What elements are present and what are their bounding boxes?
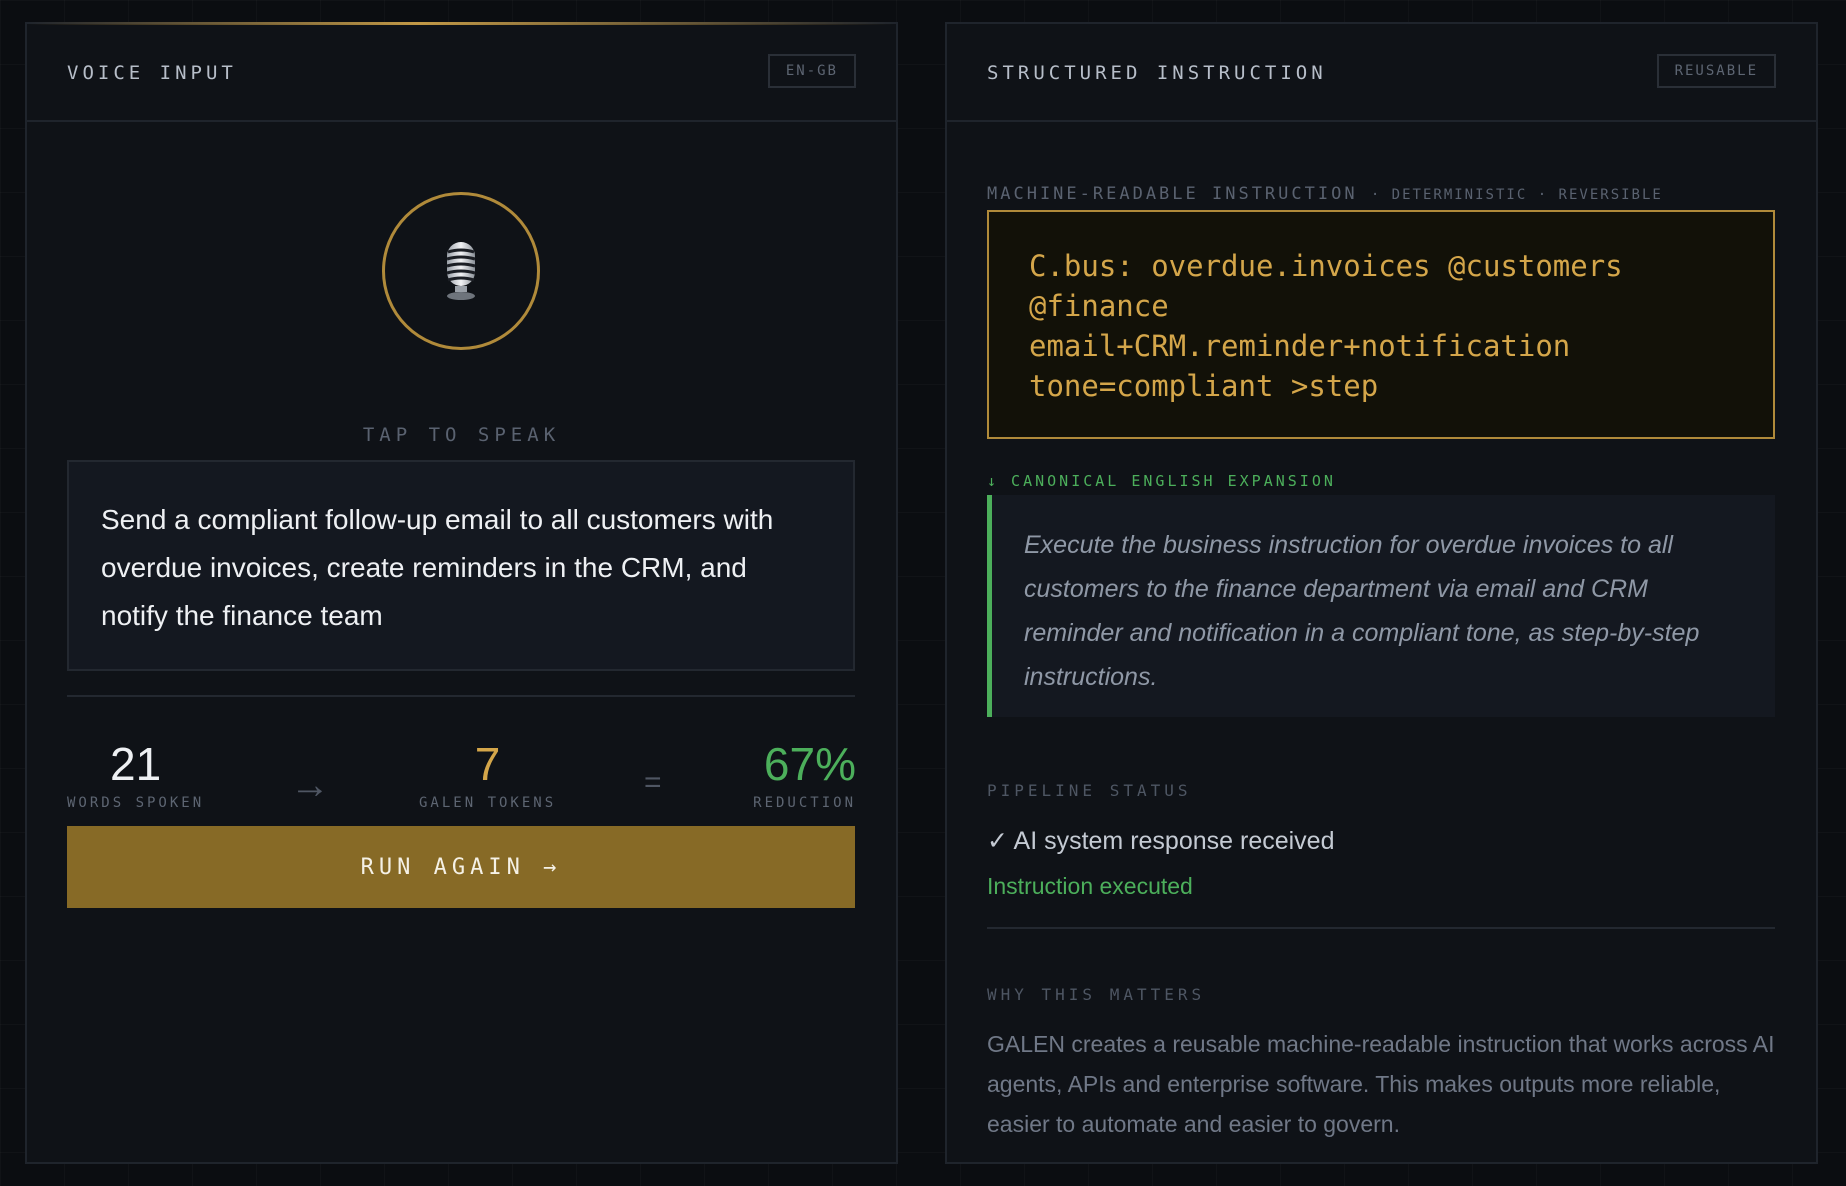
voice-input-panel: VOICE INPUT EN-GB TAP TO SPEAK Send a co… (25, 22, 898, 1164)
section-divider (987, 927, 1775, 929)
arrow-icon: → (290, 763, 330, 807)
locale-tag: EN-GB (767, 54, 856, 88)
mri-title: MACHINE-READABLE INSTRUCTION (987, 184, 1358, 204)
stats-divider (67, 695, 855, 697)
structured-instruction-panel: STRUCTURED INSTRUCTION REUSABLE MACHINE-… (945, 22, 1818, 1164)
equals-sign: = (644, 766, 662, 799)
run-again-button[interactable]: RUN AGAIN → (67, 826, 855, 908)
machine-readable-label: MACHINE-READABLE INSTRUCTION · DETERMINI… (987, 184, 1663, 204)
mri-qualifiers: · DETERMINISTIC · REVERSIBLE (1370, 187, 1663, 203)
galen-tokens-label: GALEN TOKENS (419, 795, 557, 811)
canonical-expansion-label: ↓ CANONICAL ENGLISH EXPANSION (987, 472, 1336, 490)
instruction-code-block: C.bus: overdue.invoices @customers @fina… (987, 210, 1775, 439)
tap-to-speak-label: TAP TO SPEAK (362, 424, 561, 446)
words-spoken-stat: 21 WORDS SPOKEN (67, 739, 204, 811)
pipeline-status-label: PIPELINE STATUS (987, 781, 1192, 800)
status-instruction-executed: Instruction executed (987, 873, 1193, 899)
status-response-received: ✓ AI system response received (987, 827, 1335, 855)
structured-instruction-header: STRUCTURED INSTRUCTION REUSABLE (947, 24, 1816, 122)
voice-input-header: VOICE INPUT EN-GB (27, 24, 896, 122)
words-spoken-label: WORDS SPOKEN (67, 795, 205, 811)
why-this-matters-text: GALEN creates a reusable machine-readabl… (987, 1031, 1775, 1137)
transcript-box: Send a compliant follow-up email to all … (67, 460, 855, 671)
voice-input-title: VOICE INPUT (67, 62, 237, 84)
reduction-value: 67% (763, 738, 856, 790)
galen-tokens-value: 7 (474, 738, 501, 790)
microphone-icon (446, 242, 476, 300)
reduction-label: REDUCTION (753, 795, 856, 811)
reduction-stat: 67% REDUCTION (753, 739, 856, 811)
why-this-matters-label: WHY THIS MATTERS (987, 985, 1206, 1004)
microphone-button[interactable] (382, 192, 540, 350)
galen-tokens-stat: 7 GALEN TOKENS (419, 739, 556, 811)
reusable-tag: REUSABLE (1656, 54, 1776, 88)
words-spoken-value: 21 (109, 738, 162, 790)
structured-instruction-title: STRUCTURED INSTRUCTION (987, 62, 1327, 84)
canonical-expansion-text: Execute the business instruction for ove… (987, 495, 1775, 717)
